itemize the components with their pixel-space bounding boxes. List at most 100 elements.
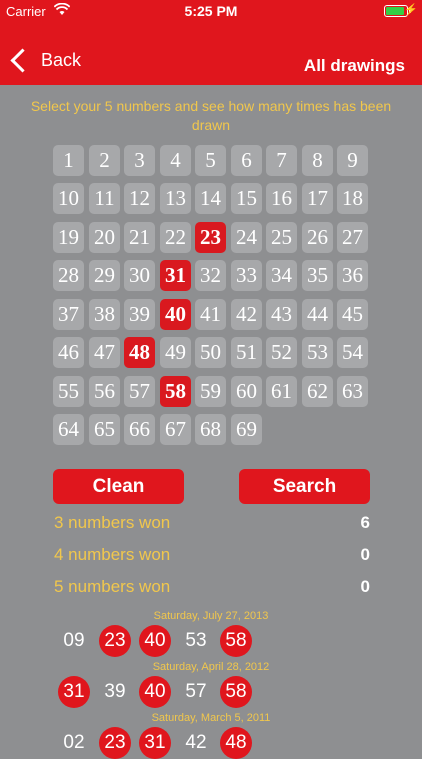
drawn-number-matched: 31 [58,676,90,708]
number-cell-16[interactable]: 16 [266,183,297,214]
number-cell-60[interactable]: 60 [231,376,262,407]
number-cell-18[interactable]: 18 [337,183,368,214]
number-cell-25[interactable]: 25 [266,222,297,253]
drawn-number: 57 [185,681,207,702]
drawn-number-matched: 48 [220,727,252,759]
number-cell-55[interactable]: 55 [53,376,84,407]
number-cell-3[interactable]: 3 [124,145,155,176]
number-cell-11[interactable]: 11 [89,183,120,214]
number-cell-62[interactable]: 62 [302,376,333,407]
number-cell-35[interactable]: 35 [302,260,333,291]
number-cell-59[interactable]: 59 [195,376,226,407]
number-cell-69[interactable]: 69 [231,414,262,445]
number-cell-2[interactable]: 2 [89,145,120,176]
drawn-number-matched: 58 [220,625,252,657]
drawn-number-matched: 31 [139,727,171,759]
drawing-date: Saturday, July 27, 2013 [153,610,269,622]
number-cell-58[interactable]: 58 [160,376,191,407]
number-cell-4[interactable]: 4 [160,145,191,176]
number-cell-32[interactable]: 32 [195,260,226,291]
number-cell-64[interactable]: 64 [53,414,84,445]
number-cell-65[interactable]: 65 [89,414,120,445]
stat-label: 5 numbers won [54,577,171,596]
number-cell-49[interactable]: 49 [160,337,191,368]
number-cell-42[interactable]: 42 [231,299,262,330]
number-cell-30[interactable]: 30 [124,260,155,291]
drawn-number-matched: 23 [99,727,131,759]
number-cell-37[interactable]: 37 [53,299,84,330]
number-cell-29[interactable]: 29 [89,260,120,291]
drawn-number: 53 [185,630,207,651]
number-cell-15[interactable]: 15 [231,183,262,214]
navigation-bar: Back All drawings [0,22,422,85]
clean-button[interactable]: Clean [53,469,184,504]
number-cell-20[interactable]: 20 [89,222,120,253]
number-cell-31[interactable]: 31 [160,260,191,291]
number-cell-57[interactable]: 57 [124,376,155,407]
number-cell-19[interactable]: 19 [53,222,84,253]
number-cell-63[interactable]: 63 [337,376,368,407]
charging-icon: ⚡ [404,4,418,16]
number-cell-10[interactable]: 10 [53,183,84,214]
back-label: Back [41,50,82,70]
drawn-number: 39 [104,681,126,702]
number-cell-67[interactable]: 67 [160,414,191,445]
number-cell-46[interactable]: 46 [53,337,84,368]
back-button[interactable]: Back [8,48,82,73]
drawing-date: Saturday, April 28, 2012 [152,661,270,673]
chevron-left-icon [10,48,35,73]
number-cell-33[interactable]: 33 [231,260,262,291]
number-cell-24[interactable]: 24 [231,222,262,253]
number-cell-26[interactable]: 26 [302,222,333,253]
drawn-number-matched: 40 [139,625,171,657]
number-cell-43[interactable]: 43 [266,299,297,330]
number-cell-8[interactable]: 8 [302,145,333,176]
number-cell-28[interactable]: 28 [53,260,84,291]
number-cell-54[interactable]: 54 [337,337,368,368]
number-cell-40[interactable]: 40 [160,299,191,330]
search-button[interactable]: Search [239,469,370,504]
number-cell-48[interactable]: 48 [124,337,155,368]
number-cell-22[interactable]: 22 [160,222,191,253]
drawn-number-matched: 58 [220,676,252,708]
stat-row-3: 3 numbers won 6 [54,513,372,535]
number-cell-53[interactable]: 53 [302,337,333,368]
number-cell-17[interactable]: 17 [302,183,333,214]
number-cell-21[interactable]: 21 [124,222,155,253]
number-cell-7[interactable]: 7 [266,145,297,176]
number-cell-14[interactable]: 14 [195,183,226,214]
number-cell-56[interactable]: 56 [89,376,120,407]
number-cell-44[interactable]: 44 [302,299,333,330]
number-cell-45[interactable]: 45 [337,299,368,330]
number-cell-13[interactable]: 13 [160,183,191,214]
number-cell-66[interactable]: 66 [124,414,155,445]
number-cell-51[interactable]: 51 [231,337,262,368]
drawn-number: 09 [63,630,85,651]
stat-value: 0 [360,545,370,564]
number-cell-61[interactable]: 61 [266,376,297,407]
number-cell-47[interactable]: 47 [89,337,120,368]
number-cell-12[interactable]: 12 [124,183,155,214]
number-cell-9[interactable]: 9 [337,145,368,176]
number-cell-23[interactable]: 23 [195,222,226,253]
page-title: All drawings [303,56,405,75]
number-cell-5[interactable]: 5 [195,145,226,176]
number-cell-27[interactable]: 27 [337,222,368,253]
stat-row-5: 5 numbers won 0 [54,577,372,599]
number-cell-41[interactable]: 41 [195,299,226,330]
number-cell-6[interactable]: 6 [231,145,262,176]
number-cell-52[interactable]: 52 [266,337,297,368]
number-cell-1[interactable]: 1 [53,145,84,176]
instructions-text: Select your 5 numbers and see how many t… [30,98,392,133]
status-bar: Carrier 5:25 PM ⚡ [0,0,422,22]
number-cell-38[interactable]: 38 [89,299,120,330]
number-cell-34[interactable]: 34 [266,260,297,291]
number-cell-36[interactable]: 36 [337,260,368,291]
number-cell-50[interactable]: 50 [195,337,226,368]
number-cell-68[interactable]: 68 [195,414,226,445]
stat-value: 6 [360,513,370,532]
drawn-number-matched: 40 [139,676,171,708]
stat-value: 0 [360,577,370,596]
number-cell-39[interactable]: 39 [124,299,155,330]
drawing-date: Saturday, March 5, 2011 [151,712,271,724]
